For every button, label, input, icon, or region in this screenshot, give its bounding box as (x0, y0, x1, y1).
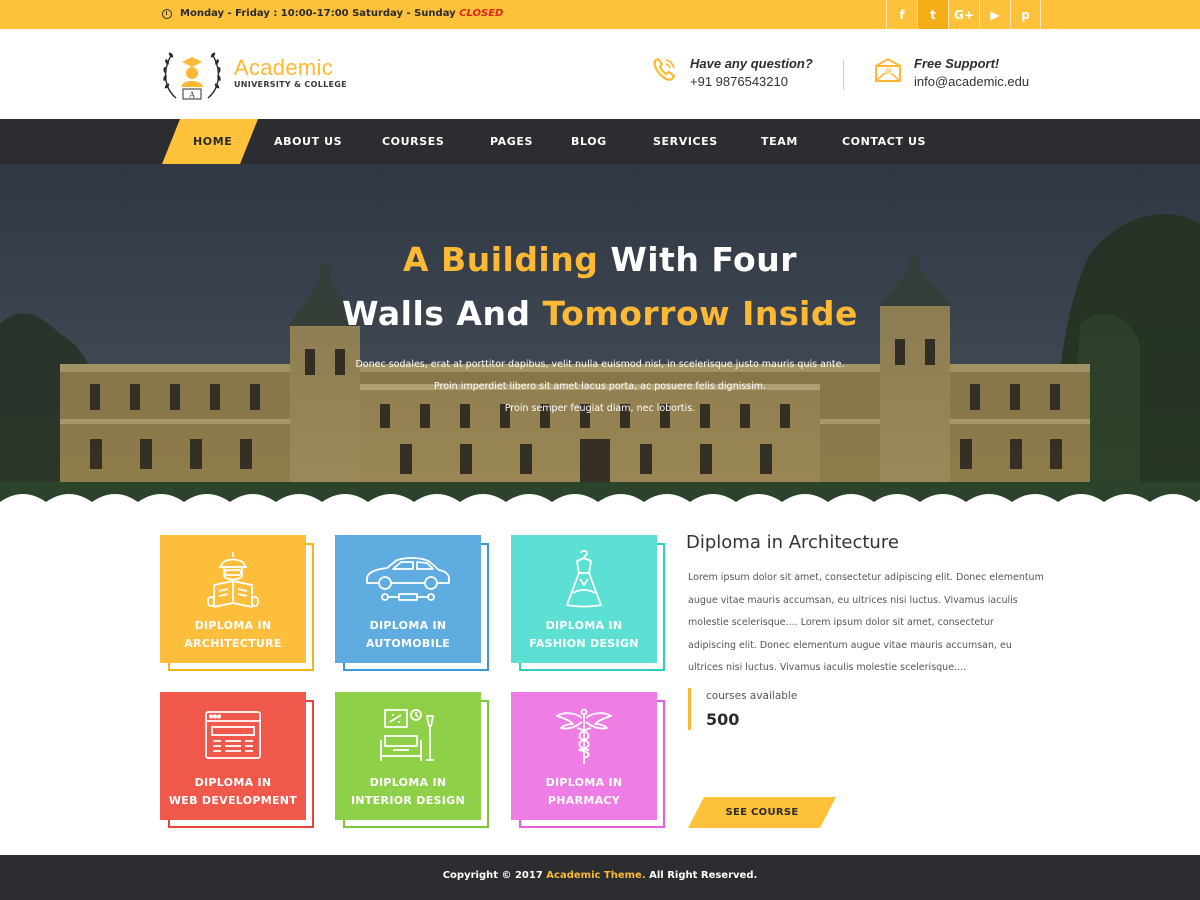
hero-headline-line2: Walls And Tomorrow Inside (0, 294, 1200, 333)
tile-label: DIPLOMA IN FASHION DESIGN (529, 619, 639, 650)
hero-headline-line1: A Building With Four (0, 240, 1200, 279)
support-email[interactable]: info@academic.edu (914, 74, 1029, 89)
nav-team[interactable]: TEAM (761, 135, 798, 148)
tile-body: DIPLOMA IN AUTOMOBILE (335, 535, 481, 663)
facebook-icon[interactable]: f (886, 0, 917, 29)
google-plus-icon[interactable]: G+ (948, 0, 979, 29)
top-bar: Monday - Friday : 10:00-17:00 Saturday -… (0, 0, 1200, 29)
nav-home[interactable]: HOME (193, 135, 232, 148)
nav-courses[interactable]: COURSES (382, 135, 444, 148)
twitter-icon[interactable]: t (917, 0, 948, 29)
dress-icon (566, 549, 602, 608)
nav-blog[interactable]: BLOG (571, 135, 607, 148)
course-tile-architecture[interactable]: DIPLOMA IN ARCHITECTURE (160, 535, 314, 671)
course-detail-title: Diploma in Architecture (686, 532, 899, 553)
hero-accent-2: Tomorrow Inside (542, 294, 858, 333)
brand-name: Academic (234, 55, 333, 80)
courses-available-label: courses available (706, 690, 798, 702)
courses-available-count: 500 (706, 710, 740, 729)
copyright-text: Copyright © 2017 (442, 870, 547, 881)
course-tile-fashion-design[interactable]: DIPLOMA IN FASHION DESIGN (511, 535, 665, 671)
see-course-button[interactable]: SEE COURSE (688, 797, 836, 828)
course-tile-interior-design[interactable]: DIPLOMA IN INTERIOR DESIGN (335, 692, 489, 828)
clock-icon (162, 8, 172, 19)
nav-contact-us[interactable]: CONTACT US (842, 135, 926, 148)
social-links: f t G+ ▶ p (886, 0, 1041, 29)
caduceus-icon (556, 708, 612, 764)
svg-text:@: @ (885, 67, 892, 75)
hero-accent-1: A Building (403, 240, 599, 279)
car-icon (366, 557, 450, 601)
brand-subtitle: UNIVERSITY & COLLEGE (234, 80, 347, 89)
nav-about-us[interactable]: ABOUT US (274, 135, 342, 148)
tile-body: DIPLOMA IN ARCHITECTURE (160, 535, 306, 663)
tile-label: DIPLOMA IN INTERIOR DESIGN (351, 776, 465, 807)
tile-body: DIPLOMA IN INTERIOR DESIGN (335, 692, 481, 820)
tile-label: DIPLOMA IN PHARMACY (545, 776, 623, 807)
tile-body: DIPLOMA IN PHARMACY (511, 692, 657, 820)
course-detail-description: Lorem ipsum dolor sit amet, consectetur … (688, 572, 1044, 673)
tile-label: DIPLOMA IN ARCHITECTURE (184, 619, 282, 650)
hours-text: Monday - Friday : 10:00-17:00 Saturday -… (180, 8, 456, 19)
site-footer: Copyright © 2017 Academic Theme. All Rig… (0, 855, 1200, 900)
support-title: Free Support! (914, 56, 1000, 71)
opening-hours: Monday - Friday : 10:00-17:00 Saturday -… (162, 8, 503, 19)
course-tile-pharmacy[interactable]: DIPLOMA IN PHARMACY (511, 692, 665, 828)
course-tile-automobile[interactable]: DIPLOMA IN AUTOMOBILE (335, 535, 489, 671)
interior-icon (380, 709, 434, 761)
rights-text: All Right Reserved. (645, 870, 758, 881)
closed-label: CLOSED (459, 8, 504, 19)
palace-background-image (0, 164, 1200, 514)
browser-icon (205, 711, 261, 759)
youtube-icon[interactable]: ▶ (979, 0, 1010, 29)
tile-body: DIPLOMA IN FASHION DESIGN (511, 535, 657, 663)
main-nav: HOME ABOUT US COURSES PAGES BLOG SERVICE… (0, 119, 1200, 164)
phone-icon (653, 57, 676, 81)
nav-services[interactable]: SERVICES (653, 135, 718, 148)
tile-label: DIPLOMA IN AUTOMOBILE (365, 619, 451, 650)
pinterest-icon[interactable]: p (1010, 0, 1041, 29)
nav-pages[interactable]: PAGES (490, 135, 533, 148)
theme-link[interactable]: Academic Theme. (546, 870, 645, 881)
brand[interactable]: Academic UNIVERSITY & COLLEGE (234, 55, 347, 89)
support-contact: @ Free Support! info@academic.edu (874, 56, 1029, 89)
hero-text-2: Walls And (342, 294, 543, 333)
architect-icon (207, 552, 259, 608)
phone-contact: Have any question? +91 9876543210 (650, 56, 813, 89)
hero-paragraph-3: Proin semper feugiat diam, nec lobortis. (504, 403, 696, 414)
laurel-logo-icon[interactable]: A (160, 42, 224, 106)
svg-text:A: A (188, 91, 195, 100)
courses-available-stat: courses available 500 (688, 688, 797, 730)
hero-paragraph-1: Donec sodales, erat at porttitor dapibus… (355, 359, 845, 370)
phone-number[interactable]: +91 9876543210 (690, 74, 813, 89)
hero-text-1: With Four (598, 240, 797, 279)
email-icon: @ (875, 57, 901, 82)
site-header: A Academic UNIVERSITY & COLLEGE Have any… (0, 29, 1200, 119)
phone-title: Have any question? (690, 56, 813, 71)
tile-body: DIPLOMA IN WEB DEVELOPMENT (160, 692, 306, 820)
hero-paragraph-2: Proin imperdiet libero sit amet lacus po… (433, 381, 767, 392)
tile-label: DIPLOMA IN WEB DEVELOPMENT (168, 776, 298, 807)
hero-banner: A Building With Four Walls And Tomorrow … (0, 164, 1200, 514)
course-tile-web-development[interactable]: DIPLOMA IN WEB DEVELOPMENT (160, 692, 314, 828)
header-divider (843, 60, 844, 90)
